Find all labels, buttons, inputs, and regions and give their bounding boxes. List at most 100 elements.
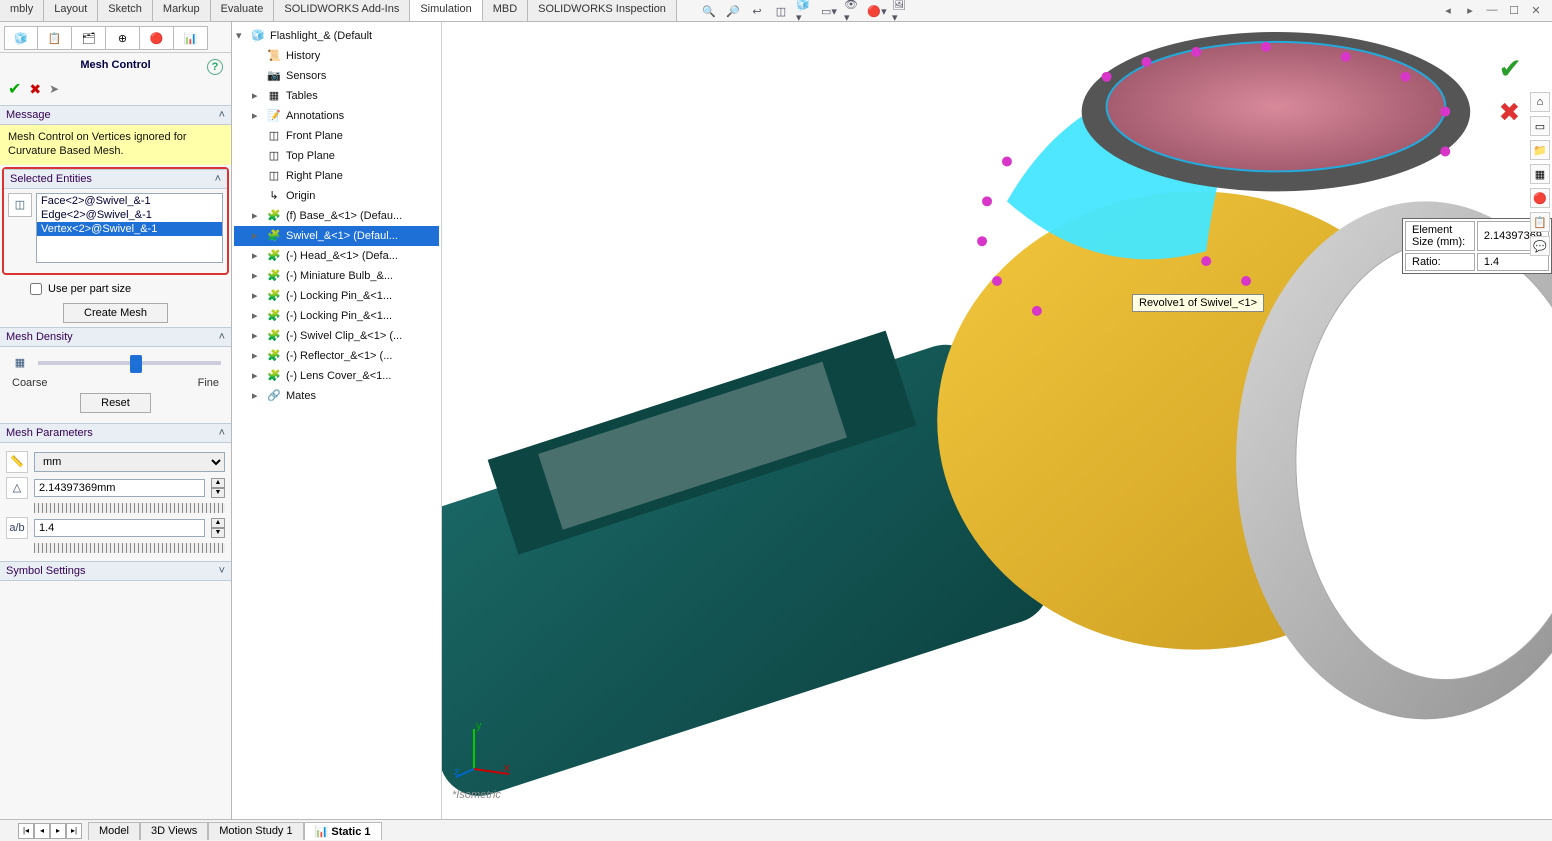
next-doc-icon[interactable]: ▸ <box>1460 2 1480 18</box>
tab-simulation[interactable]: Simulation <box>410 0 482 21</box>
tree-item[interactable]: ◫Top Plane <box>234 146 439 166</box>
tree-item[interactable]: ▸🧩(-) Locking Pin_&<1... <box>234 286 439 306</box>
view-orientation-icon[interactable]: 🧊▾ <box>796 2 814 20</box>
hide-show-icon[interactable]: 👁▾ <box>844 2 862 20</box>
entities-section-head[interactable]: Selected Entities ˄ <box>4 169 227 189</box>
tab-solidworks-inspection[interactable]: SOLIDWORKS Inspection <box>528 0 677 21</box>
tab-solidworks-add-ins[interactable]: SOLIDWORKS Add-Ins <box>274 0 410 21</box>
element-size-input[interactable] <box>34 479 205 497</box>
tree-item[interactable]: ▸🧩(f) Base_&<1> (Defau... <box>234 206 439 226</box>
tree-item[interactable]: ▸🧩(-) Head_&<1> (Defa... <box>234 246 439 266</box>
tree-item[interactable]: 📷Sensors <box>234 66 439 86</box>
use-per-part-checkbox[interactable] <box>30 283 42 295</box>
close-icon[interactable]: ✕ <box>1526 2 1546 18</box>
expand-icon[interactable]: ▸ <box>252 227 262 245</box>
properties-icon[interactable]: 📋 <box>1530 212 1550 232</box>
configuration-manager-tab-icon[interactable]: 🗂 <box>72 26 106 50</box>
tree-item[interactable]: ▸🧩(-) Lens Cover_&<1... <box>234 366 439 386</box>
tree-item[interactable]: ▸🧩(-) Swivel Clip_&<1> (... <box>234 326 439 346</box>
prev-tab-icon[interactable]: ◂ <box>34 823 50 839</box>
element-size-ruler[interactable] <box>34 503 225 513</box>
tab-sketch[interactable]: Sketch <box>98 0 153 21</box>
selected-entities-list[interactable]: Face<2>@Swivel_&-1Edge<2>@Swivel_&-1Vert… <box>36 193 223 263</box>
minimize-icon[interactable]: — <box>1482 2 1502 18</box>
tab-markup[interactable]: Markup <box>153 0 211 21</box>
entity-row[interactable]: Face<2>@Swivel_&-1 <box>37 194 222 208</box>
use-per-part-row[interactable]: Use per part size <box>0 277 231 299</box>
bottom-tab-static-1[interactable]: 📊 Static 1 <box>304 822 382 840</box>
home-icon[interactable]: ⌂ <box>1530 92 1550 112</box>
expand-icon[interactable]: ▸ <box>252 347 262 365</box>
appearances-icon[interactable]: 🔴 <box>1530 188 1550 208</box>
simulation-tab-icon[interactable]: 📊 <box>174 26 208 50</box>
confirm-ok-icon[interactable]: ✔ <box>1499 52 1522 85</box>
tab-mbly[interactable]: mbly <box>0 0 44 21</box>
expand-icon[interactable]: ▸ <box>252 287 262 305</box>
entity-row[interactable]: Edge<2>@Swivel_&-1 <box>37 208 222 222</box>
tree-item[interactable]: ▸🔗Mates <box>234 386 439 406</box>
appearance-icon[interactable]: 🔴▾ <box>868 2 886 20</box>
density-section-head[interactable]: Mesh Density ˄ <box>0 327 231 347</box>
expand-icon[interactable]: ▸ <box>252 387 262 405</box>
tree-item[interactable]: ↳Origin <box>234 186 439 206</box>
expand-icon[interactable]: ▸ <box>252 267 262 285</box>
section-view-icon[interactable]: ◫ <box>772 2 790 20</box>
tree-item[interactable]: ▸🧩(-) Locking Pin_&<1... <box>234 306 439 326</box>
last-tab-icon[interactable]: ▸| <box>66 823 82 839</box>
tree-item[interactable]: ◫Front Plane <box>234 126 439 146</box>
symbol-section-head[interactable]: Symbol Settings ˅ <box>0 561 231 581</box>
tree-item[interactable]: ▸🧩(-) Miniature Bulb_&... <box>234 266 439 286</box>
tab-layout[interactable]: Layout <box>44 0 98 21</box>
reset-button[interactable]: Reset <box>80 393 151 413</box>
resources-icon[interactable]: ▭ <box>1530 116 1550 136</box>
spin-down-icon[interactable]: ▼ <box>211 488 225 498</box>
spin-up-icon[interactable]: ▲ <box>211 478 225 488</box>
display-manager-tab-icon[interactable]: 🔴 <box>140 26 174 50</box>
expand-icon[interactable]: ▸ <box>252 367 262 385</box>
graphics-viewport[interactable]: Element Size (mm): 2.14397369 Ratio: 1.4… <box>442 22 1552 819</box>
tree-root[interactable]: ▾🧊Flashlight_& (Default <box>234 26 439 46</box>
tree-item[interactable]: ▸📝Annotations <box>234 106 439 126</box>
bottom-tab-3d-views[interactable]: 3D Views <box>140 822 208 840</box>
next-tab-icon[interactable]: ▸ <box>50 823 66 839</box>
unit-select[interactable]: mm <box>34 452 225 472</box>
cancel-icon[interactable]: ✖ <box>29 81 41 98</box>
ratio-ruler[interactable] <box>34 543 225 553</box>
confirm-cancel-icon[interactable]: ✖ <box>1499 97 1522 128</box>
message-section-head[interactable]: Message ˄ <box>0 105 231 125</box>
reference-triad[interactable]: y x z <box>454 719 514 779</box>
previous-view-icon[interactable]: ↩ <box>748 2 766 20</box>
zoom-fit-icon[interactable]: 🔍 <box>700 2 718 20</box>
tree-item[interactable]: ▸🧩(-) Reflector_&<1> (... <box>234 346 439 366</box>
spin-up-icon[interactable]: ▲ <box>211 518 225 528</box>
spin-down-icon[interactable]: ▼ <box>211 528 225 538</box>
dimxpert-tab-icon[interactable]: ⊕ <box>106 26 140 50</box>
entity-row[interactable]: Vertex<2>@Swivel_&-1 <box>37 222 222 236</box>
display-style-icon[interactable]: ▭▾ <box>820 2 838 20</box>
feature-manager-tab-icon[interactable]: 🧊 <box>4 26 38 50</box>
density-slider[interactable] <box>38 361 221 365</box>
forum-icon[interactable]: 💬 <box>1530 236 1550 256</box>
ratio-input[interactable] <box>34 519 205 537</box>
ok-icon[interactable]: ✔ <box>8 79 21 99</box>
help-icon[interactable]: ? <box>207 59 223 75</box>
tree-item[interactable]: ▸🧩Swivel_&<1> (Defaul... <box>234 226 439 246</box>
tree-item[interactable]: 📜History <box>234 46 439 66</box>
create-mesh-button[interactable]: Create Mesh <box>63 303 168 323</box>
tree-item[interactable]: ◫Right Plane <box>234 166 439 186</box>
prev-doc-icon[interactable]: ◂ <box>1438 2 1458 18</box>
expand-icon[interactable]: ▸ <box>252 87 262 105</box>
view-palette-icon[interactable]: ▦ <box>1530 164 1550 184</box>
selection-filter-icon[interactable]: ◫ <box>8 193 32 217</box>
expand-icon[interactable]: ▸ <box>252 247 262 265</box>
scene-icon[interactable]: 🖼▾ <box>892 2 910 20</box>
zoom-area-icon[interactable]: 🔎 <box>724 2 742 20</box>
params-section-head[interactable]: Mesh Parameters ˄ <box>0 423 231 443</box>
bottom-tab-model[interactable]: Model <box>88 822 140 840</box>
property-manager-tab-icon[interactable]: 📋 <box>38 26 72 50</box>
density-slider-thumb[interactable] <box>130 355 142 373</box>
library-icon[interactable]: 📁 <box>1530 140 1550 160</box>
first-tab-icon[interactable]: |◂ <box>18 823 34 839</box>
expand-icon[interactable]: ▸ <box>252 327 262 345</box>
maximize-icon[interactable]: ☐ <box>1504 2 1524 18</box>
